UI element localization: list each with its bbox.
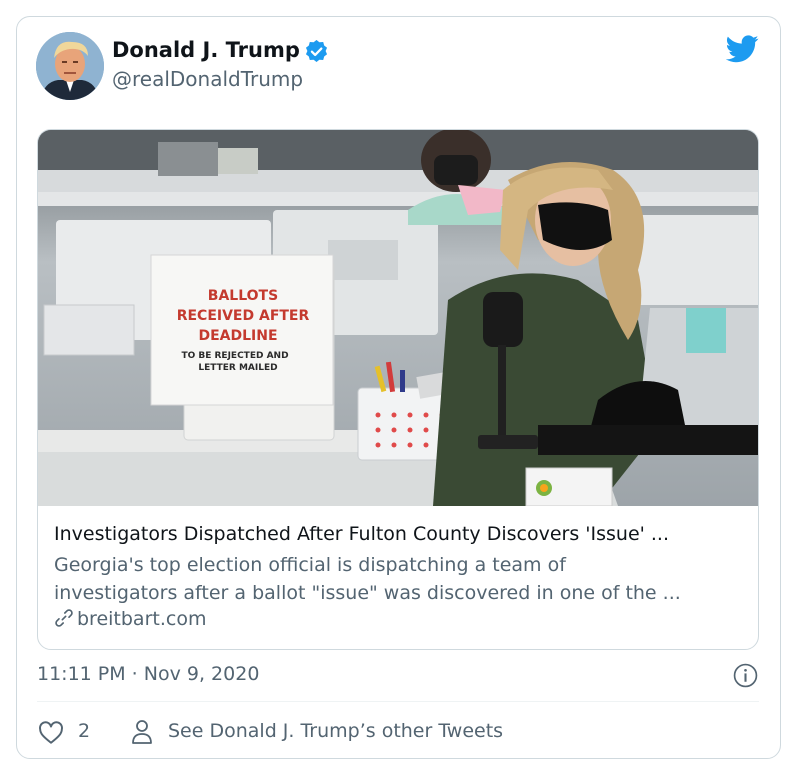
see-other-tweets-link[interactable]: See Donald J. Trump’s other Tweets	[168, 720, 503, 742]
card-domain-text: breitbart.com	[77, 608, 207, 630]
card-description: Georgia's top election official is dispa…	[54, 551, 746, 607]
info-icon[interactable]	[733, 663, 758, 688]
card-domain[interactable]: breitbart.com	[54, 608, 206, 630]
avatar-portrait	[36, 32, 104, 100]
like-count[interactable]: 2	[78, 720, 90, 742]
twitter-bird-icon[interactable]	[726, 35, 759, 63]
card-title[interactable]: Investigators Dispatched After Fulton Co…	[54, 523, 669, 545]
avatar[interactable]	[36, 32, 104, 100]
link-card[interactable]: BALLOTS RECEIVED AFTER DEADLINE TO BE RE…	[37, 129, 759, 650]
author-name[interactable]: Donald J. Trump	[112, 38, 300, 62]
card-description-line-2: investigators after a ballot "issue" was…	[54, 582, 681, 604]
author-handle[interactable]: @realDonaldTrump	[112, 67, 303, 91]
sign-line-2: RECEIVED AFTER	[177, 308, 310, 324]
person-icon	[132, 720, 152, 744]
link-icon	[55, 609, 73, 627]
article-photo: BALLOTS RECEIVED AFTER DEADLINE TO BE RE…	[38, 130, 758, 506]
tweet-timestamp[interactable]: 11:11 PM · Nov 9, 2020	[37, 663, 259, 685]
verified-badge-icon	[305, 40, 328, 63]
sign-line-4: TO BE REJECTED AND	[181, 351, 288, 361]
card-description-line-1: Georgia's top election official is dispa…	[54, 554, 566, 576]
heart-icon[interactable]	[38, 721, 64, 745]
sign-line-1: BALLOTS	[208, 288, 278, 304]
sign-line-3: DEADLINE	[198, 328, 277, 344]
divider	[37, 701, 759, 702]
sign-line-5: LETTER MAILED	[198, 363, 277, 373]
